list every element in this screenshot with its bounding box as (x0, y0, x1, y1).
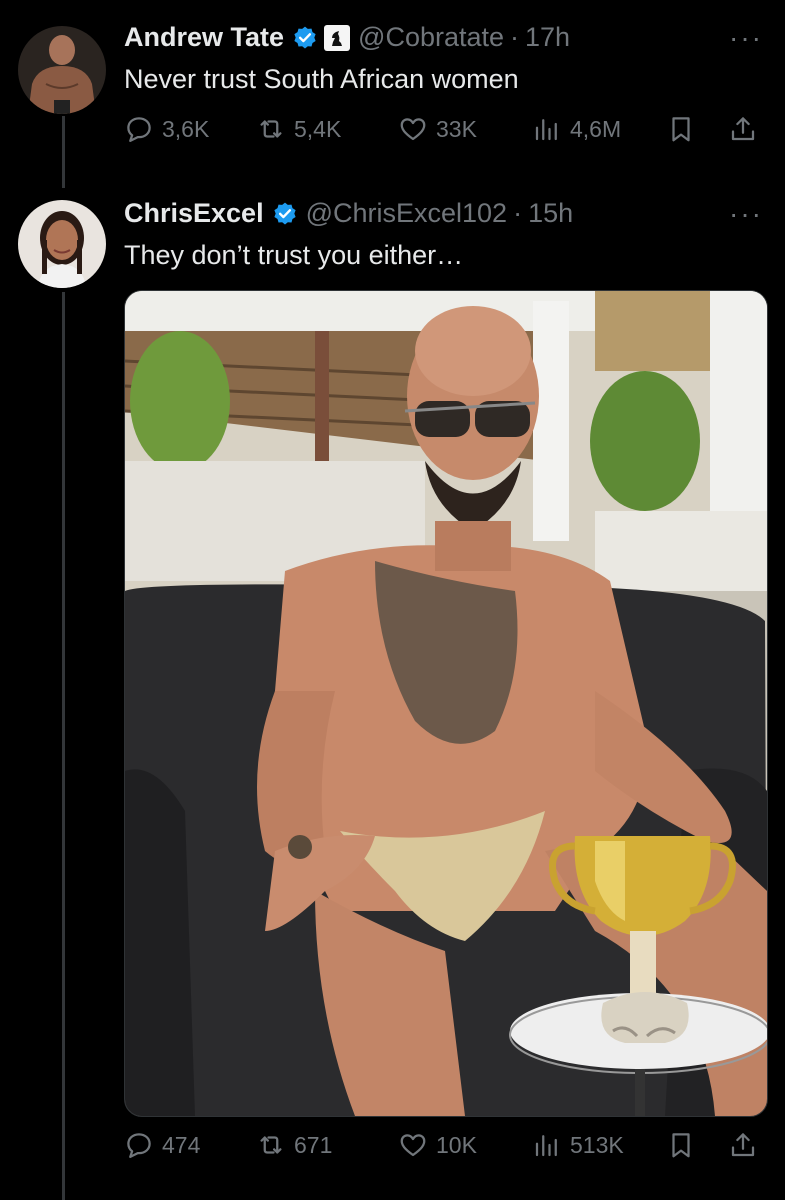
like-count: 10K (436, 1131, 477, 1158)
avatar[interactable] (18, 26, 106, 114)
heart-icon (400, 118, 426, 141)
reply-button[interactable]: 474 (124, 1130, 200, 1160)
views-button[interactable]: 4,6M (532, 114, 621, 144)
like-button[interactable]: 10K (398, 1130, 477, 1160)
retweet-count: 671 (294, 1131, 333, 1158)
views-chart-icon (535, 1135, 557, 1157)
bookmark-button[interactable] (666, 1130, 696, 1165)
reply-count: 3,6K (162, 115, 210, 142)
avatar[interactable] (18, 200, 106, 288)
more-options-icon[interactable]: ··· (729, 198, 763, 230)
reply-icon (127, 117, 151, 142)
reply-icon (127, 1133, 151, 1158)
retweet-button[interactable]: 5,4K (256, 114, 341, 144)
action-bar: 3,6K 5,4K 33K 4,6M (124, 114, 764, 154)
retweet-icon (260, 1136, 282, 1154)
bookmark-button[interactable] (666, 114, 696, 149)
retweet-button[interactable]: 671 (256, 1130, 332, 1160)
tweet-original[interactable]: Andrew Tate @Cobratate · 17h ··· Never t… (0, 0, 785, 190)
views-button[interactable]: 513K (532, 1130, 624, 1160)
reply-count: 474 (162, 1131, 201, 1158)
avatar-image (18, 200, 106, 288)
share-button[interactable] (728, 114, 758, 149)
retweet-icon (260, 120, 282, 138)
view-count: 513K (570, 1131, 624, 1158)
share-button[interactable] (728, 1130, 758, 1165)
tweet-header: Andrew Tate @Cobratate · 17h (124, 22, 570, 53)
heart-icon (400, 1134, 426, 1157)
user-handle[interactable]: @Cobratate (358, 22, 504, 53)
verified-badge-icon (294, 26, 316, 49)
share-icon (731, 1133, 755, 1157)
action-bar: 474 671 10K 513K (124, 1130, 764, 1170)
affiliate-chess-knight-icon[interactable] (324, 24, 351, 51)
tweet-media-image[interactable] (124, 290, 768, 1117)
like-button[interactable]: 33K (398, 114, 477, 144)
like-count: 33K (436, 115, 477, 142)
avatar-image (18, 26, 106, 114)
timestamp[interactable]: 15h (528, 198, 573, 229)
view-count: 4,6M (570, 115, 622, 142)
photo-man-on-armchair-with-trophy (125, 291, 767, 1116)
tweet-text: They don’t trust you either… (124, 240, 464, 270)
separator-dot: · (513, 198, 523, 228)
tweet-text: Never trust South African women (124, 64, 519, 94)
display-name[interactable]: ChrisExcel (124, 198, 264, 229)
display-name[interactable]: Andrew Tate (124, 22, 284, 53)
retweet-count: 5,4K (294, 115, 342, 142)
more-options-icon[interactable]: ··· (729, 22, 763, 54)
user-handle[interactable]: @ChrisExcel102 (306, 198, 508, 229)
reply-button[interactable]: 3,6K (124, 114, 209, 144)
bookmark-icon (672, 117, 690, 142)
views-chart-icon (535, 119, 557, 141)
share-icon (731, 117, 755, 141)
bookmark-icon (672, 1133, 690, 1158)
timestamp[interactable]: 17h (525, 22, 570, 53)
separator-dot: · (510, 22, 520, 52)
verified-badge-icon (273, 202, 296, 225)
tweet-header: ChrisExcel @ChrisExcel102 · 15h (124, 198, 573, 229)
